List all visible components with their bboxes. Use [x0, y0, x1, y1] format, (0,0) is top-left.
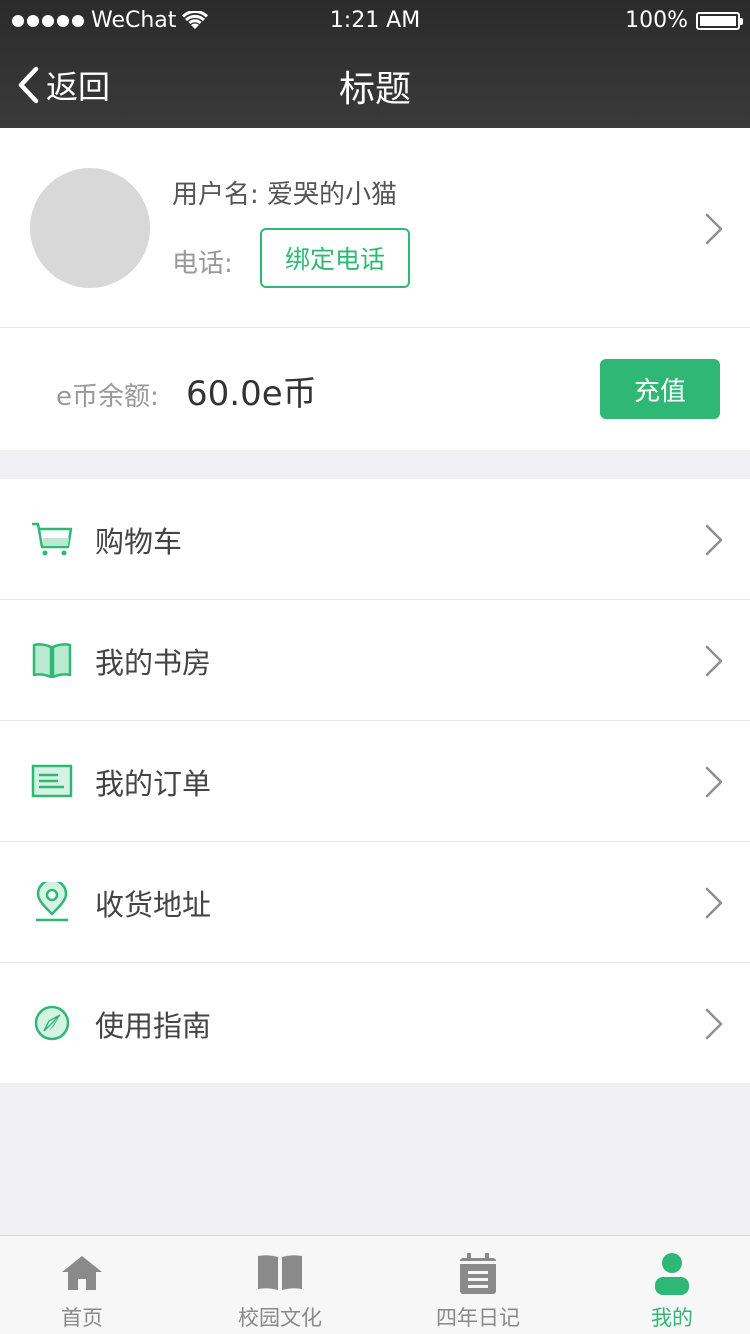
chevron-right-icon: [705, 645, 723, 677]
compass-icon: [34, 1005, 70, 1041]
menu-item-label: 我的书房: [95, 646, 212, 680]
cart-icon: [32, 522, 73, 556]
menu-item-guide[interactable]: 使用指南: [0, 963, 750, 1083]
menu-item-label: 使用指南: [95, 1009, 212, 1043]
calendar-icon: [460, 1253, 496, 1294]
menu-item-cart[interactable]: 购物车: [0, 479, 750, 600]
order-icon: [31, 764, 73, 798]
recharge-button[interactable]: 充值: [600, 359, 720, 419]
username-value: 爱哭的小猫: [267, 180, 398, 210]
tab-mine[interactable]: 我的: [578, 1236, 750, 1334]
menu-item-my-orders[interactable]: 我的订单: [0, 721, 750, 842]
menu-list: 购物车 我的书房 我的订单 收货地址 使用指南: [0, 479, 750, 1083]
menu-item-address[interactable]: 收货地址: [0, 842, 750, 963]
balance-amount: 60.0e币: [186, 374, 317, 414]
balance-row: e币余额: 60.0e币 充值: [0, 328, 750, 450]
top-bar: WeChat 1:21 AM 100% 返回 标题: [0, 0, 750, 128]
avatar[interactable]: [30, 168, 150, 288]
battery-percent: 100%: [625, 8, 688, 33]
chevron-right-icon: [705, 887, 723, 919]
tab-campus-culture[interactable]: 校园文化: [186, 1236, 374, 1334]
home-icon: [62, 1256, 102, 1290]
page-title: 标题: [338, 69, 411, 110]
chevron-right-icon[interactable]: [704, 212, 724, 246]
username-row: 用户名: 爱哭的小猫: [172, 174, 397, 211]
battery-indicator: 100%: [625, 8, 743, 33]
username-label: 用户名:: [172, 180, 259, 210]
tab-home[interactable]: 首页: [0, 1236, 176, 1334]
menu-item-label: 我的订单: [95, 767, 212, 801]
navigation-bar: 返回 标题: [0, 42, 750, 128]
phone-label: 电话:: [172, 249, 233, 279]
status-bar: WeChat 1:21 AM 100%: [0, 0, 750, 42]
menu-item-my-study[interactable]: 我的书房: [0, 600, 750, 721]
bind-phone-button[interactable]: 绑定电话: [260, 228, 410, 288]
menu-item-label: 购物车: [95, 525, 183, 559]
chevron-right-icon: [705, 766, 723, 798]
book-icon: [258, 1255, 302, 1290]
balance-label: e币余额:: [56, 382, 159, 412]
tab-label: 我的: [651, 1306, 693, 1330]
tab-label: 首页: [61, 1306, 103, 1330]
tab-four-year-diary[interactable]: 四年日记: [384, 1236, 572, 1334]
chevron-right-icon: [705, 524, 723, 556]
menu-item-label: 收货地址: [95, 888, 212, 922]
tab-label: 校园文化: [238, 1306, 322, 1330]
tab-bar: 首页 校园文化 四年日记 我的: [0, 1235, 750, 1334]
person-icon: [655, 1253, 689, 1295]
book-icon: [32, 643, 72, 679]
location-icon: [36, 882, 68, 922]
tab-label: 四年日记: [436, 1306, 520, 1330]
screen: WeChat 1:21 AM 100% 返回 标题 用户名: 爱哭的小猫 电话:…: [0, 0, 750, 1334]
chevron-right-icon: [705, 1008, 723, 1040]
battery-icon: [696, 11, 743, 30]
profile-card[interactable]: 用户名: 爱哭的小猫 电话: 绑定电话: [0, 128, 750, 328]
